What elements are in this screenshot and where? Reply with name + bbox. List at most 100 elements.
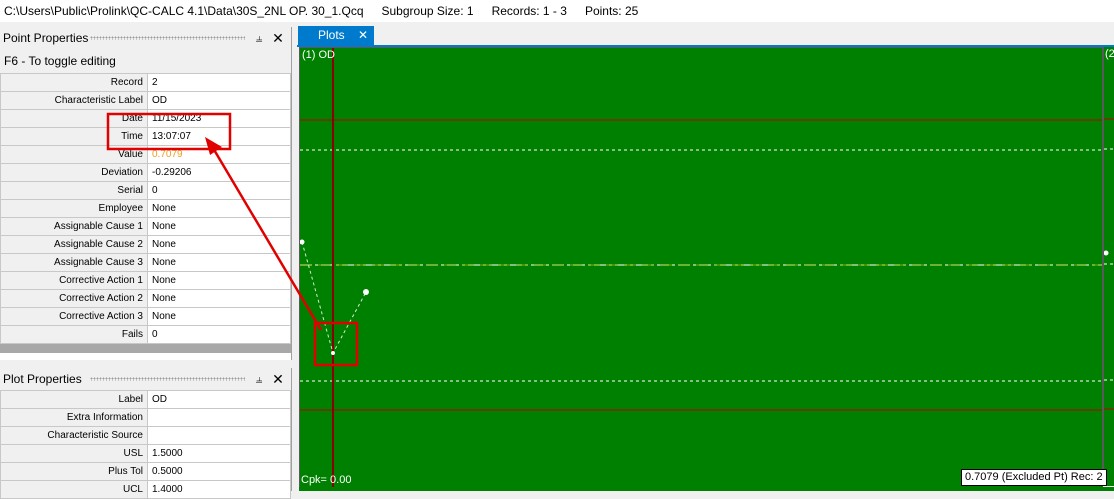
- property-value[interactable]: -0.29206: [147, 163, 291, 182]
- property-row[interactable]: Date 11/15/2023: [0, 109, 291, 128]
- plot-properties-header: Plot Properties ⫨ ✕: [0, 368, 291, 390]
- close-icon[interactable]: ✕: [271, 27, 285, 49]
- property-label: Extra Information: [0, 408, 148, 427]
- property-label: Date: [0, 109, 148, 128]
- toggle-editing-hint: F6 - To toggle editing: [0, 49, 291, 73]
- property-row[interactable]: Assignable Cause 1 None: [0, 217, 291, 236]
- property-value[interactable]: 0.5000: [147, 462, 291, 481]
- property-row[interactable]: Assignable Cause 3 None: [0, 253, 291, 272]
- property-value[interactable]: 0: [147, 325, 291, 344]
- property-value[interactable]: 1.5000: [147, 444, 291, 463]
- property-row[interactable]: Characteristic Label OD: [0, 91, 291, 110]
- property-label: USL: [0, 444, 148, 463]
- property-label: Record: [0, 73, 148, 92]
- chart-2-title: (2: [1105, 48, 1114, 60]
- tab-plots-label: Plots: [318, 28, 345, 42]
- property-value[interactable]: None: [147, 271, 291, 290]
- property-row[interactable]: Time 13:07:07: [0, 127, 291, 146]
- plot-properties-panel: Plot Properties ⫨ ✕ Label OD Extra Informa…: [0, 368, 292, 499]
- property-label: Corrective Action 2: [0, 289, 148, 308]
- property-value[interactable]: 11/15/2023: [147, 109, 291, 128]
- records-range: Records: 1 - 3: [491, 4, 567, 18]
- property-label: Corrective Action 3: [0, 307, 148, 326]
- property-row[interactable]: Corrective Action 3 None: [0, 307, 291, 326]
- property-value[interactable]: None: [147, 289, 291, 308]
- data-point-2[interactable]: [331, 351, 335, 355]
- property-value[interactable]: 0.7079: [147, 145, 291, 164]
- next-chart-strip: [299, 487, 1114, 491]
- property-label: Corrective Action 1: [0, 271, 148, 290]
- panel-grip[interactable]: [90, 36, 245, 40]
- property-label: Assignable Cause 1: [0, 217, 148, 236]
- property-label: Plus Tol: [0, 462, 148, 481]
- property-row[interactable]: Plus Tol 0.5000: [0, 462, 291, 481]
- property-value[interactable]: None: [147, 199, 291, 218]
- property-row[interactable]: Characteristic Source: [0, 426, 291, 445]
- data-point-1[interactable]: [300, 239, 305, 245]
- property-label: Fails: [0, 325, 148, 344]
- property-row[interactable]: Value 0.7079: [0, 145, 291, 164]
- property-value[interactable]: 13:07:07: [147, 127, 291, 146]
- property-value[interactable]: 2: [147, 73, 291, 92]
- property-row[interactable]: Fails 0: [0, 325, 291, 344]
- property-value[interactable]: None: [147, 235, 291, 254]
- property-row[interactable]: UCL 1.4000: [0, 480, 291, 499]
- property-row[interactable]: Extra Information: [0, 408, 291, 427]
- control-chart-2[interactable]: (2: [1103, 47, 1114, 486]
- cpk-label: Cpk= 0.00: [301, 474, 352, 486]
- plot-properties-title: Plot Properties: [3, 372, 82, 386]
- data-point-3[interactable]: [363, 289, 369, 295]
- point-properties-header: Point Properties ⫨ ✕: [0, 27, 291, 49]
- property-label: Assignable Cause 2: [0, 235, 148, 254]
- property-row[interactable]: Corrective Action 1 None: [0, 271, 291, 290]
- panel-grip[interactable]: [90, 377, 245, 381]
- pin-icon[interactable]: ⫨: [252, 368, 266, 390]
- property-label: Label: [0, 390, 148, 409]
- tab-plots[interactable]: Plots ✕: [298, 26, 374, 45]
- property-value[interactable]: 0: [147, 181, 291, 200]
- property-row[interactable]: Assignable Cause 2 None: [0, 235, 291, 254]
- property-row[interactable]: Record 2: [0, 73, 291, 92]
- title-bar: C:\Users\Public\Prolink\QC-CALC 4.1\Data…: [0, 0, 1114, 22]
- property-value[interactable]: None: [147, 253, 291, 272]
- property-label: UCL: [0, 480, 148, 499]
- control-chart-canvas: [300, 48, 1102, 487]
- property-label: Serial: [0, 181, 148, 200]
- property-value[interactable]: 1.4000: [147, 480, 291, 499]
- property-label: Value: [0, 145, 148, 164]
- property-row[interactable]: USL 1.5000: [0, 444, 291, 463]
- property-row[interactable]: Employee None: [0, 199, 291, 218]
- property-value[interactable]: [147, 426, 291, 445]
- file-path: C:\Users\Public\Prolink\QC-CALC 4.1\Data…: [4, 4, 364, 18]
- point-properties-panel: Point Properties ⫨ ✕ F6 - To toggle edit…: [0, 27, 292, 360]
- property-row[interactable]: Corrective Action 2 None: [0, 289, 291, 308]
- property-value[interactable]: None: [147, 217, 291, 236]
- property-row[interactable]: Serial 0: [0, 181, 291, 200]
- property-label: Characteristic Source: [0, 426, 148, 445]
- property-label: Deviation: [0, 163, 148, 182]
- property-row[interactable]: Label OD: [0, 390, 291, 409]
- property-row[interactable]: Deviation -0.29206: [0, 163, 291, 182]
- property-label: Employee: [0, 199, 148, 218]
- control-chart-2-canvas: [1104, 118, 1114, 410]
- points-count: Points: 25: [584, 4, 639, 18]
- subgroup-size: Subgroup Size: 1: [381, 4, 474, 18]
- property-label: Time: [0, 127, 148, 146]
- chart-title: (1) OD: [302, 49, 335, 61]
- pin-icon[interactable]: ⫨: [252, 27, 266, 49]
- property-value[interactable]: OD: [147, 390, 291, 409]
- property-value[interactable]: OD: [147, 91, 291, 110]
- control-chart-od[interactable]: (1) OD Cpk= 0.00: [299, 47, 1103, 488]
- point-properties-title: Point Properties: [3, 31, 89, 45]
- property-label: Assignable Cause 3: [0, 253, 148, 272]
- property-label: Characteristic Label: [0, 91, 148, 110]
- point-properties-grid: Record 2 Characteristic Label OD Date 11/15/2…: [0, 73, 291, 344]
- horizontal-scrollbar[interactable]: [0, 344, 291, 353]
- document-tab-strip: Plots ✕: [297, 26, 1114, 47]
- plot-properties-grid: Label OD Extra Information Characteristic S…: [0, 390, 291, 499]
- property-value[interactable]: [147, 408, 291, 427]
- close-icon[interactable]: ✕: [271, 368, 285, 390]
- property-value[interactable]: None: [147, 307, 291, 326]
- close-icon[interactable]: ✕: [358, 26, 368, 45]
- data-point[interactable]: [1104, 250, 1109, 256]
